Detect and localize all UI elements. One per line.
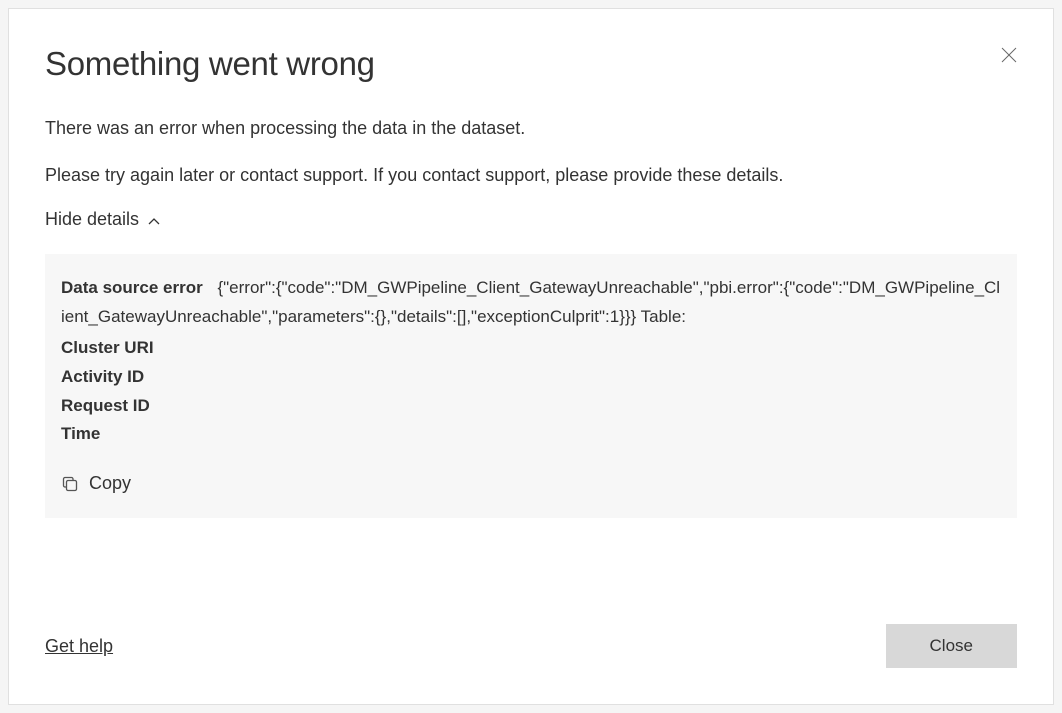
copy-icon bbox=[61, 475, 79, 493]
request-id-row: Request ID bbox=[61, 392, 1001, 421]
dialog-message-2: Please try again later or contact suppor… bbox=[45, 162, 1017, 189]
chevron-up-icon bbox=[147, 213, 161, 227]
copy-button[interactable]: Copy bbox=[61, 473, 131, 494]
copy-label: Copy bbox=[89, 473, 131, 494]
data-source-error-row: Data source error {"error":{"code":"DM_G… bbox=[61, 274, 1001, 332]
toggle-details-label: Hide details bbox=[45, 209, 139, 230]
close-button[interactable]: Close bbox=[886, 624, 1017, 668]
time-label: Time bbox=[61, 424, 100, 443]
cluster-uri-row: Cluster URI bbox=[61, 334, 1001, 363]
dialog-title: Something went wrong bbox=[45, 45, 1017, 83]
activity-id-row: Activity ID bbox=[61, 363, 1001, 392]
error-details-panel: Data source error {"error":{"code":"DM_G… bbox=[45, 254, 1017, 518]
get-help-link[interactable]: Get help bbox=[45, 636, 113, 657]
request-id-label: Request ID bbox=[61, 396, 150, 415]
dialog-message-1: There was an error when processing the d… bbox=[45, 115, 1017, 142]
cluster-uri-label: Cluster URI bbox=[61, 338, 154, 357]
activity-id-label: Activity ID bbox=[61, 367, 144, 386]
close-icon[interactable] bbox=[1001, 47, 1017, 63]
time-row: Time bbox=[61, 420, 1001, 449]
dialog-footer: Get help Close bbox=[45, 624, 1017, 668]
error-dialog: Something went wrong There was an error … bbox=[8, 8, 1054, 705]
data-source-error-label: Data source error bbox=[61, 278, 203, 297]
details-list: Cluster URI Activity ID Request ID Time bbox=[61, 334, 1001, 450]
toggle-details-button[interactable]: Hide details bbox=[45, 209, 1017, 230]
